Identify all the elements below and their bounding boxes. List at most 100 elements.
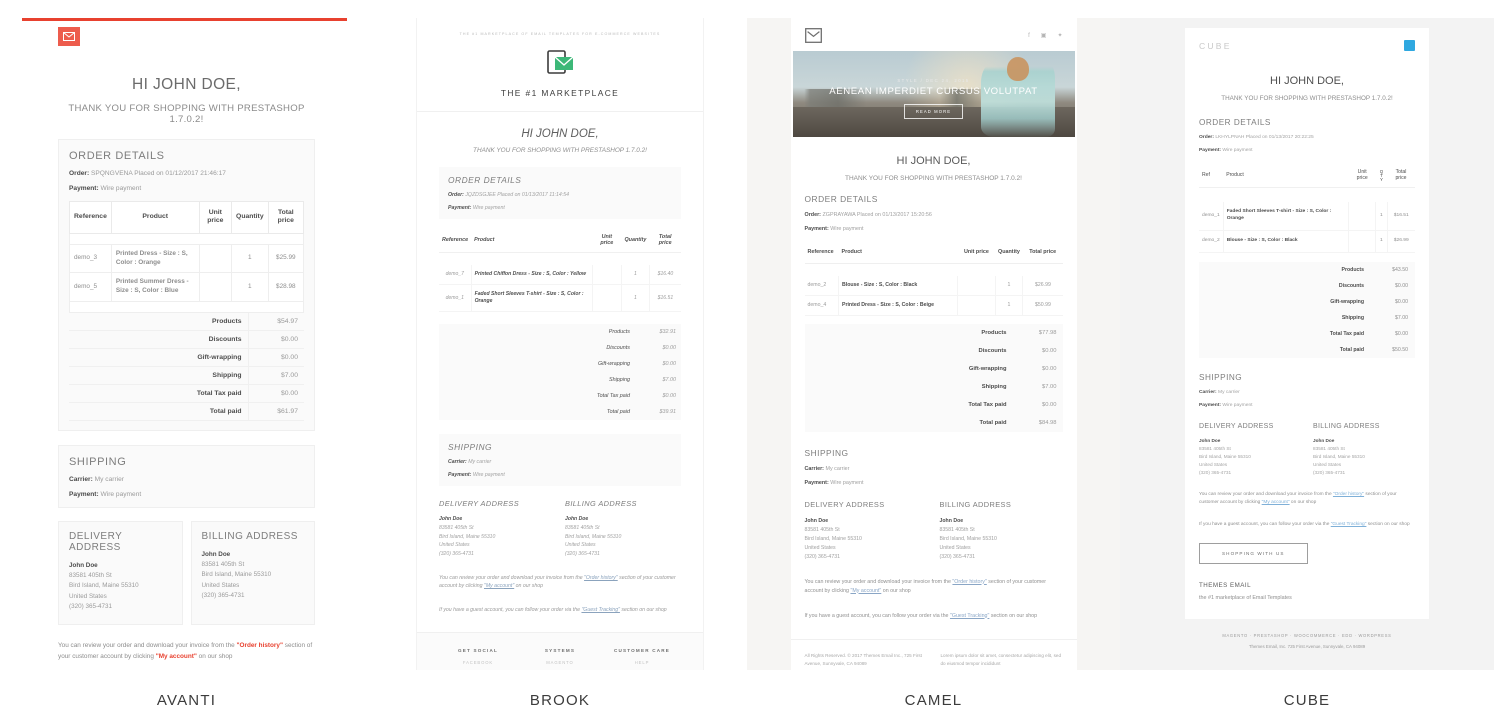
carrier-line: Carrier: My carrier [805, 466, 1063, 472]
address-line1: 83581 405th St [69, 571, 112, 579]
shipping-title: SHIPPING [1199, 372, 1243, 382]
totals-label: Shipping [981, 384, 1007, 391]
order-table: Reference Product Unit price Quantity To… [439, 228, 681, 313]
order-value: JQZDSGJEE Placed on 01/13/2017 11:14:54 [465, 192, 570, 198]
my-account-link[interactable]: "My account" [850, 588, 881, 594]
order-history-note: You can review your order and download y… [1199, 491, 1415, 507]
totals-value: $43.50 [1392, 266, 1408, 273]
order-history-link[interactable]: "Order history" [1333, 492, 1364, 497]
template-card-avanti[interactable]: HI JOHN DOE, THANK YOU FOR SHOPPING WITH… [0, 0, 373, 709]
col-quantity: Quantity [995, 242, 1023, 264]
order-history-link[interactable]: "Order history" [236, 642, 283, 649]
note-text: You can review your order and download y… [439, 574, 585, 581]
address-line2: Bird Island, Maine 55310 [439, 533, 496, 540]
cell-quantity: 1 [994, 295, 1023, 317]
note-text: If you have a guest account, you can fol… [439, 606, 582, 613]
order-history-link[interactable]: "Order history" [584, 575, 618, 581]
billing-address-lines: John Doe 83581 405th St Bird Island, Mai… [202, 550, 305, 602]
totals-value: $0.00 [662, 345, 677, 352]
order-table: Reference Product Unit price Quantity To… [804, 242, 1063, 317]
hero-banner[interactable]: STYLE / DEC 24, 2015 AENEAN IMPERDIET CU… [792, 51, 1075, 137]
cell-reference: demo_4 [804, 295, 839, 317]
order-details-title: ORDER DETAILS [804, 194, 878, 204]
footer-systems: MAGENTO · PRESTASHOP · WOOCOMMERCE · EDD… [1222, 633, 1392, 639]
envelope-tablet-icon [547, 50, 574, 74]
my-account-link[interactable]: "My account" [156, 653, 197, 660]
address-phone: (320) 365-4731 [201, 592, 245, 600]
cell-product: Blouse - Size : S, Color : Black [1222, 230, 1349, 253]
col-total-price: Total price [1387, 163, 1415, 189]
facebook-icon[interactable]: f [1028, 33, 1030, 39]
address-line1: 83581 405th St [439, 525, 474, 532]
order-line: Order: ZGPRAYAWA Placed on 01/13/2017 15… [805, 212, 1063, 218]
page-title: HI JOHN DOE, [521, 128, 599, 140]
footer-column-get-social: GET SOCIAL FACEBOOK INSTAGRAM TWITTER [437, 648, 519, 670]
template-card-camel[interactable]: f ▣ ✦ STYLE / DEC 24, 2015 AENEAN IMPERD… [747, 0, 1120, 709]
shopping-with-us-button[interactable]: SHOPPING WITH US [1199, 543, 1308, 565]
template-caption-avanti: AVANTI [156, 692, 217, 709]
read-more-button[interactable]: READ MORE [903, 104, 964, 119]
my-account-link[interactable]: "My account" [484, 583, 514, 589]
carrier-label: Carrier: [804, 466, 824, 473]
note-text: section on our shop [1366, 522, 1410, 527]
brook-preview[interactable]: THE #1 MARKETPLACE OF EMAIL TEMPLATES FO… [373, 18, 747, 670]
template-card-cube[interactable]: CUBE HI JOHN DOE, THANK YOU FOR SHOPPING… [1120, 0, 1494, 709]
guest-tracking-link[interactable]: "Guest Tracking" [581, 607, 619, 613]
cube-badge-icon[interactable] [1404, 40, 1415, 51]
guest-tracking-link[interactable]: "Guest Tracking" [1331, 522, 1367, 527]
page-title: HI JOHN DOE, [131, 76, 241, 93]
col-reference: Reference [69, 201, 112, 234]
cell-product: Faded Short Sleeves T-shirt - Size : S, … [470, 284, 593, 313]
delivery-address-lines: John Doe 83581 405th St Bird Island, Mai… [805, 517, 928, 561]
footer-link[interactable]: HELP [601, 660, 683, 665]
table-spacer-row [69, 233, 304, 245]
note-text: You can review your order and download y… [58, 642, 237, 650]
totals-label: Gift-wrapping [597, 361, 630, 368]
delivery-address-box: DELIVERY ADDRESS John Doe 83581 405th St… [58, 520, 183, 626]
totals-label: Total paid [979, 420, 1007, 427]
totals-label: Gift-wrapping [1330, 298, 1364, 305]
totals-value: $54.97 [247, 312, 304, 331]
carrier-value: My carrier [468, 459, 492, 466]
footer-link[interactable]: MAGENTO [519, 660, 601, 665]
address-phone: (320) 365-4731 [439, 551, 474, 557]
totals-row: Total paid $84.98 [805, 414, 1063, 432]
cell-quantity: 1 [231, 272, 269, 302]
camel-preview[interactable]: f ▣ ✦ STYLE / DEC 24, 2015 AENEAN IMPERD… [747, 18, 1120, 670]
footer-link[interactable]: FACEBOOK [437, 660, 519, 665]
totals-value: $0.00 [247, 348, 304, 367]
order-history-link[interactable]: "Order history" [952, 579, 986, 585]
totals-table: Products $54.97 Discounts $0.00 Gift-wrapp… [69, 312, 304, 421]
payment-value: Wire payment [100, 185, 142, 192]
instagram-icon[interactable]: ▣ [1041, 32, 1047, 39]
template-card-brook[interactable]: THE #1 MARKETPLACE OF EMAIL TEMPLATES FO… [373, 0, 747, 709]
my-account-link[interactable]: "My account" [1262, 500, 1290, 505]
table-spacer-row [805, 263, 1063, 276]
table-header-row: Ref Product Unit price QTY Total price [1199, 163, 1415, 189]
address-line2: Bird Island, Maine 55310 [69, 582, 139, 590]
payment-label: Payment: [69, 185, 99, 192]
template-caption-camel: CAMEL [904, 692, 963, 709]
cell-quantity: 1 [620, 284, 650, 313]
cell-unit-price [198, 243, 233, 274]
address-line1: 83581 405th St [939, 527, 975, 534]
cell-quantity: 1 [620, 265, 650, 286]
cell-total-price: $16.51 [648, 284, 681, 313]
avanti-preview[interactable]: HI JOHN DOE, THANK YOU FOR SHOPPING WITH… [0, 18, 373, 670]
address-name: John Doe [439, 516, 463, 523]
payment-value: Wire payment [830, 226, 864, 232]
guest-tracking-link[interactable]: "Guest Tracking" [950, 613, 989, 619]
twitter-icon[interactable]: ✦ [1057, 32, 1062, 39]
template-gallery: HI JOHN DOE, THANK YOU FOR SHOPPING WITH… [0, 0, 1500, 718]
totals-value: $0.00 [1041, 348, 1057, 355]
cell-product: Printed Dress - Size : S, Color : Orange [110, 243, 200, 274]
cube-preview[interactable]: CUBE HI JOHN DOE, THANK YOU FOR SHOPPING… [1120, 18, 1494, 670]
cell-unit-price [591, 265, 622, 286]
delivery-address-lines: John Doe 83581 405th St Bird Island, Mai… [69, 561, 172, 613]
payment-value: Wire payment [472, 205, 505, 211]
cell-unit-price [591, 284, 622, 313]
billing-address-lines: John Doe 83581 405th St Bird Island, Mai… [565, 515, 681, 558]
cell-product: Printed Chiffon Dress - Size : S, Color … [470, 265, 593, 286]
delivery-address-title: DELIVERY ADDRESS [439, 499, 520, 509]
carrier-value: My carrier [94, 475, 124, 483]
